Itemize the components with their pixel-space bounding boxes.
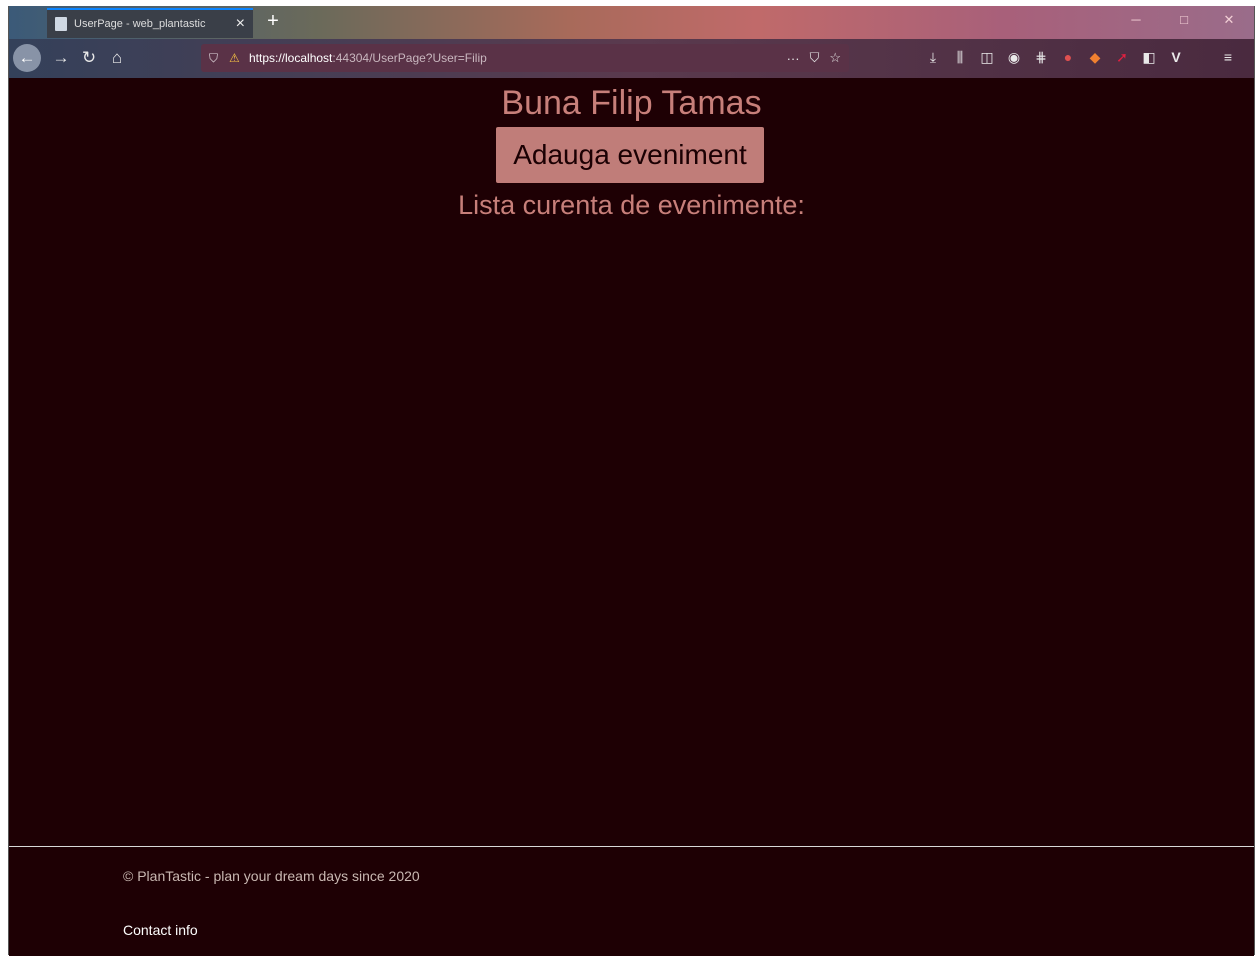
- browser-window: UserPage - web_plantastic × + ─ □ ✕ ← → …: [8, 6, 1255, 956]
- url-path: :44304/UserPage?User=Filip: [332, 51, 487, 65]
- extension-icon[interactable]: ◆: [1086, 49, 1104, 69]
- tab-bar: UserPage - web_plantastic × + ─ □ ✕: [9, 6, 1254, 39]
- insecure-lock-warning-icon[interactable]: ⚠: [229, 51, 243, 65]
- close-tab-icon[interactable]: ×: [236, 15, 245, 33]
- download-icon[interactable]: ⤓: [924, 49, 942, 69]
- menu-icon[interactable]: ≡: [1219, 49, 1237, 69]
- footer: © PlanTastic - plan your dream days sinc…: [9, 846, 1254, 956]
- extension-icon[interactable]: ◧: [1140, 49, 1158, 69]
- maximize-button[interactable]: □: [1169, 12, 1199, 27]
- page-title: Buna Filip Tamas: [501, 84, 762, 122]
- forward-button[interactable]: →: [47, 44, 75, 72]
- address-bar[interactable]: ⛉ ⚠ https://localhost:44304/UserPage?Use…: [201, 44, 849, 72]
- tab-title: UserPage - web_plantastic: [74, 18, 206, 30]
- url-host: https://localhost: [249, 51, 333, 65]
- add-event-button[interactable]: Adauga eveniment: [496, 127, 764, 183]
- extension-icon[interactable]: ●: [1059, 49, 1077, 69]
- close-window-button[interactable]: ✕: [1214, 12, 1244, 28]
- page-actions-icon[interactable]: ···: [787, 51, 800, 66]
- minimize-button[interactable]: ─: [1121, 12, 1151, 27]
- back-button[interactable]: ←: [13, 44, 41, 72]
- sidebar-icon[interactable]: ◫: [978, 49, 996, 69]
- extension-icon[interactable]: ➚: [1113, 49, 1131, 69]
- reload-button[interactable]: ↻: [75, 44, 103, 72]
- pocket-icon[interactable]: ⛉: [810, 50, 820, 66]
- page-content: Buna Filip Tamas Adauga eveniment Lista …: [9, 78, 1254, 846]
- tab-userpage[interactable]: UserPage - web_plantastic ×: [47, 8, 253, 38]
- new-tab-button[interactable]: +: [261, 8, 285, 36]
- event-list-heading: Lista curenta de evenimente:: [458, 190, 805, 220]
- home-icon: ⌂: [111, 48, 123, 67]
- forward-arrow-icon: →: [52, 48, 70, 67]
- extension-icon[interactable]: V: [1167, 49, 1185, 69]
- page-favicon-icon: [55, 17, 67, 31]
- account-icon[interactable]: ◉: [1005, 49, 1023, 69]
- library-icon[interactable]: ⫼: [951, 49, 969, 69]
- navigation-toolbar: ← → ↻ ⌂ ⛉ ⚠ https://localhost:44304/User…: [9, 39, 1254, 78]
- copyright-text: © PlanTastic - plan your dream days sinc…: [123, 868, 420, 884]
- reload-icon: ↻: [81, 48, 97, 67]
- contact-info-link[interactable]: Contact info: [123, 922, 198, 938]
- tracking-shield-icon[interactable]: ⛉: [209, 51, 223, 66]
- url-text[interactable]: https://localhost:44304/UserPage?User=Fi…: [249, 51, 777, 65]
- bookmark-star-icon[interactable]: ☆: [829, 50, 841, 66]
- home-button[interactable]: ⌂: [103, 44, 131, 72]
- extension-icon[interactable]: ⋕: [1032, 49, 1050, 69]
- back-arrow-icon: ←: [18, 48, 36, 67]
